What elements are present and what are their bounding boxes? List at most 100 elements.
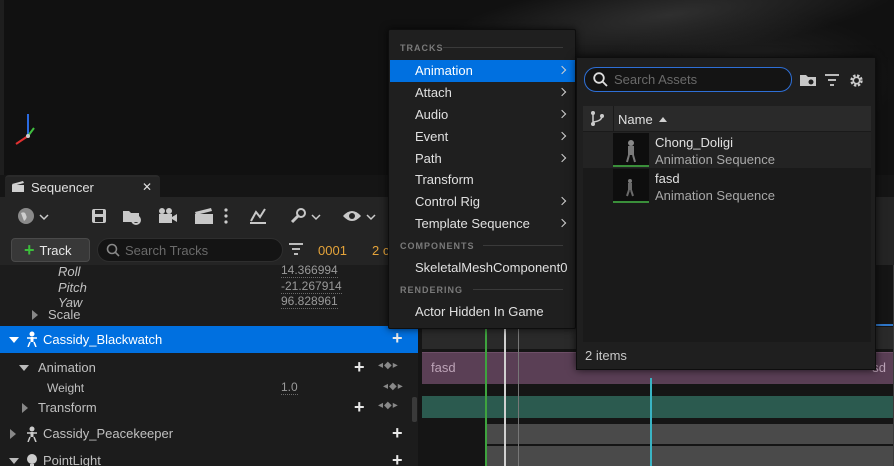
playback-start-marker[interactable] xyxy=(485,325,487,466)
add-track-plus-button[interactable]: + xyxy=(392,423,403,444)
collapse-arrow-icon[interactable] xyxy=(9,337,19,343)
column-separator xyxy=(613,106,614,131)
asset-type: Animation Sequence xyxy=(655,152,775,167)
asset-thumbnail xyxy=(613,133,649,167)
current-frame-field[interactable]: 0001 xyxy=(318,243,347,258)
menu-item-label: Template Sequence xyxy=(415,216,530,231)
actor-label: Cassidy_Blackwatch xyxy=(43,332,163,347)
submenu-arrow-icon xyxy=(557,65,567,75)
frame-field-secondary[interactable]: 2 c xyxy=(372,243,389,258)
menu-item-skeletal-mesh-component[interactable]: SkeletalMeshComponent0 xyxy=(390,257,575,279)
track-label: Scale xyxy=(48,307,81,322)
submenu-arrow-icon xyxy=(557,131,567,141)
add-track-plus-button[interactable]: + xyxy=(392,328,403,349)
add-track-button[interactable]: + Track xyxy=(11,238,90,262)
expand-arrow-icon[interactable] xyxy=(22,403,28,413)
key-navigation-icon[interactable]: ◂◆▸ xyxy=(378,360,399,371)
search-assets-input[interactable] xyxy=(614,72,784,87)
eye-icon[interactable] xyxy=(342,206,362,226)
search-icon xyxy=(593,72,608,87)
world-icon[interactable] xyxy=(16,206,36,226)
menu-item-transform[interactable]: Transform xyxy=(390,169,575,191)
filter-icon[interactable] xyxy=(823,71,841,89)
add-key-plus-button[interactable]: + xyxy=(354,397,365,418)
add-key-plus-button[interactable]: + xyxy=(354,357,365,378)
track-label: Animation xyxy=(38,360,96,375)
menu-divider xyxy=(483,245,563,246)
menu-item-actor-hidden-in-game[interactable]: Actor Hidden In Game xyxy=(390,301,575,323)
source-control-icon[interactable] xyxy=(587,110,609,127)
collapse-arrow-icon[interactable] xyxy=(9,458,19,464)
menu-item-audio[interactable]: Audio xyxy=(390,104,575,126)
track-tree: Roll 14.366994 Pitch -21.267914 Yaw 96.8… xyxy=(0,264,418,466)
more-options-icon[interactable] xyxy=(221,206,231,226)
menu-item-template-sequence[interactable]: Template Sequence xyxy=(390,213,575,235)
chevron-down-icon[interactable] xyxy=(365,207,377,227)
marker-line[interactable] xyxy=(650,378,652,466)
menu-item-label: Actor Hidden In Game xyxy=(415,304,544,319)
browse-folder-icon[interactable] xyxy=(122,206,142,226)
tree-row-scale[interactable]: Scale xyxy=(0,304,418,326)
filter-icon[interactable] xyxy=(288,242,304,256)
plus-icon: + xyxy=(24,240,35,260)
folder-icon[interactable] xyxy=(799,71,817,89)
menu-item-animation[interactable]: Animation xyxy=(390,60,575,82)
playhead[interactable] xyxy=(504,327,506,466)
tree-row-transform[interactable]: Transform + ◂◆▸ xyxy=(0,397,418,419)
property-value[interactable]: 1.0 xyxy=(281,381,298,395)
key-navigation-icon[interactable]: ◂◆▸ xyxy=(383,381,404,392)
section-label: fasd xyxy=(431,360,456,375)
menu-item-control-rig[interactable]: Control Rig xyxy=(390,191,575,213)
menu-item-label: Animation xyxy=(415,63,473,78)
transform-section[interactable] xyxy=(422,396,894,418)
tab-sequencer[interactable]: Sequencer ✕ xyxy=(5,175,160,197)
expand-arrow-icon[interactable] xyxy=(10,429,16,439)
menu-divider xyxy=(443,47,563,48)
submenu-arrow-icon xyxy=(557,109,567,119)
save-icon[interactable] xyxy=(89,206,109,226)
expand-arrow-icon[interactable] xyxy=(32,310,38,320)
chevron-down-icon[interactable] xyxy=(310,207,322,227)
pointlight-section-2[interactable] xyxy=(486,446,894,466)
key-navigation-icon[interactable]: ◂◆▸ xyxy=(378,400,399,411)
tree-row-cassidy-blackwatch[interactable]: Cassidy_Blackwatch + xyxy=(0,326,418,353)
asset-name: fasd xyxy=(655,171,680,186)
add-track-label: Track xyxy=(39,242,72,258)
search-tracks-box[interactable] xyxy=(97,238,283,262)
asset-type: Animation Sequence xyxy=(655,188,775,203)
add-track-menu: TRACKS Animation Attach Audio Event Path… xyxy=(388,29,576,329)
clapper-icon[interactable] xyxy=(194,206,214,226)
menu-header-rendering: RENDERING xyxy=(400,285,464,295)
curve-editor-icon[interactable] xyxy=(248,206,268,226)
camera-icon[interactable] xyxy=(158,206,178,226)
tree-scrollbar[interactable] xyxy=(412,397,417,422)
gear-icon[interactable] xyxy=(847,71,865,89)
asset-list-header: Name xyxy=(583,106,871,131)
asset-row-chong-doligi[interactable]: Chong_Doligi Animation Sequence xyxy=(583,132,871,168)
asset-row-fasd[interactable]: fasd Animation Sequence xyxy=(583,168,871,204)
pointlight-section[interactable] xyxy=(486,424,894,444)
submenu-arrow-icon xyxy=(557,153,567,163)
clapper-icon xyxy=(12,181,24,192)
column-header-name[interactable]: Name xyxy=(618,112,653,127)
menu-item-path[interactable]: Path xyxy=(390,148,575,170)
menu-item-event[interactable]: Event xyxy=(390,126,575,148)
menu-item-label: Event xyxy=(415,129,449,144)
property-label: Weight xyxy=(47,381,85,395)
tree-row-animation[interactable]: Animation + ◂◆▸ xyxy=(0,357,418,379)
menu-item-label: Control Rig xyxy=(415,194,481,209)
search-tracks-input[interactable] xyxy=(125,242,275,258)
close-tab-button[interactable]: ✕ xyxy=(142,180,152,194)
menu-header-components: COMPONENTS xyxy=(400,241,475,251)
submenu-arrow-icon xyxy=(557,196,567,206)
add-track-plus-button[interactable]: + xyxy=(392,450,403,466)
wrench-icon[interactable] xyxy=(288,206,308,226)
tree-row-pointlight[interactable]: PointLight + xyxy=(0,450,418,466)
collapse-arrow-icon[interactable] xyxy=(19,365,29,371)
chevron-down-icon[interactable] xyxy=(38,207,50,227)
property-value[interactable]: 14.366994 xyxy=(281,264,338,278)
search-assets-box[interactable] xyxy=(584,67,792,92)
tree-row-cassidy-peacekeeper[interactable]: Cassidy_Peacekeeper + xyxy=(0,423,418,445)
menu-item-attach[interactable]: Attach xyxy=(390,82,575,104)
menu-item-label: SkeletalMeshComponent0 xyxy=(415,260,568,275)
